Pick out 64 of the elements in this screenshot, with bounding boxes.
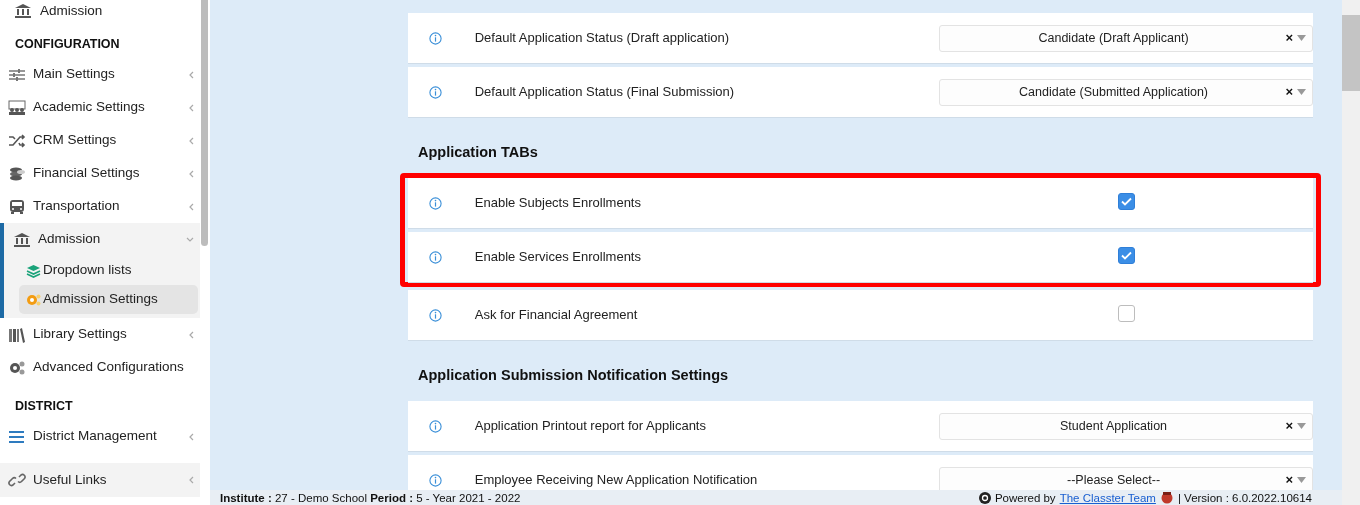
select-field[interactable]: Candidate (Draft Applicant) × [938,24,1313,52]
dropdown-arrow-icon [1297,477,1306,483]
info-icon [429,473,442,487]
gears-icon [26,292,41,307]
section-heading: CONFIGURATION [14,35,121,53]
sidebar-item[interactable]: CRM Settings [0,124,200,157]
mascot-icon [1159,491,1174,504]
select-field[interactable]: Student Application × [938,412,1313,440]
info-icon [429,31,442,45]
dropdown-arrow-icon [1297,423,1306,429]
setting-label: Enable Services Enrollments [474,248,642,267]
section-heading: DISTRICT [14,397,74,415]
setting-label: Default Application Status (Draft application) [474,29,731,48]
submenu-item[interactable]: Admission Settings [19,285,198,314]
bank-icon [14,3,32,19]
bank-icon [13,231,31,248]
info-icon [429,85,442,99]
setting-label: Application Printout report for Applicants [474,417,707,436]
sidebar-item[interactable]: Transportation [0,190,200,223]
sliders-icon [8,66,26,83]
sidebar-item[interactable]: Academic Settings [0,91,200,124]
info-icon [429,196,442,210]
dropdown-arrow-icon [1297,35,1306,41]
sidebar-item[interactable]: Advanced Configurations [0,351,200,384]
clear-button[interactable]: × [1285,82,1293,102]
checkbox[interactable] [1117,304,1135,322]
clear-button[interactable]: × [1285,470,1293,490]
clear-button[interactable]: × [1285,416,1293,436]
checkmark-icon [1120,196,1132,206]
people-icon [8,99,26,116]
shuffle-icon [8,132,26,149]
checkbox[interactable] [1117,192,1135,210]
info-icon [429,250,442,264]
info-icon [429,419,442,433]
layers-icon [26,263,41,278]
coins-icon [8,165,26,182]
setting-label: Employee Receiving New Application Notification [474,471,759,490]
copyright-icon [978,491,991,504]
sidebar-item[interactable]: Financial Settings [0,157,200,190]
sidebar-item[interactable]: District Management [0,420,200,453]
gears-icon [8,359,26,376]
submenu-item[interactable]: Dropdown lists [19,256,198,285]
sidebar-item[interactable]: Main Settings [0,58,200,91]
sidebar-item[interactable]: Library Settings [0,318,200,351]
bus-icon [8,198,26,215]
footer-info: Institute : 27 - Demo School Period : 5 - Year 2021 - 2022 [220,490,521,505]
books-icon [8,326,26,343]
sidebar-item[interactable]: Useful Links [0,463,200,497]
clear-button[interactable]: × [1285,28,1293,48]
sidebar-scrollbar[interactable] [201,0,208,246]
section-heading: Application Submission Notification Settings [417,366,730,385]
list-icon [8,428,26,445]
setting-label: Enable Subjects Enrollments [474,194,642,213]
setting-label: Ask for Financial Agreement [474,306,639,325]
section-heading: Application TABs [417,143,539,162]
select-field[interactable]: Candidate (Submitted Application) × [938,78,1313,106]
checkbox[interactable] [1117,246,1135,264]
info-icon [429,308,442,322]
setting-label: Default Application Status (Final Submission) [474,83,736,102]
checkmark-icon [1120,250,1132,260]
sidebar-item[interactable]: Admission [0,0,200,22]
dropdown-arrow-icon [1297,89,1306,95]
link-icon [8,472,26,488]
scrollbar-thumb[interactable] [1342,15,1360,91]
